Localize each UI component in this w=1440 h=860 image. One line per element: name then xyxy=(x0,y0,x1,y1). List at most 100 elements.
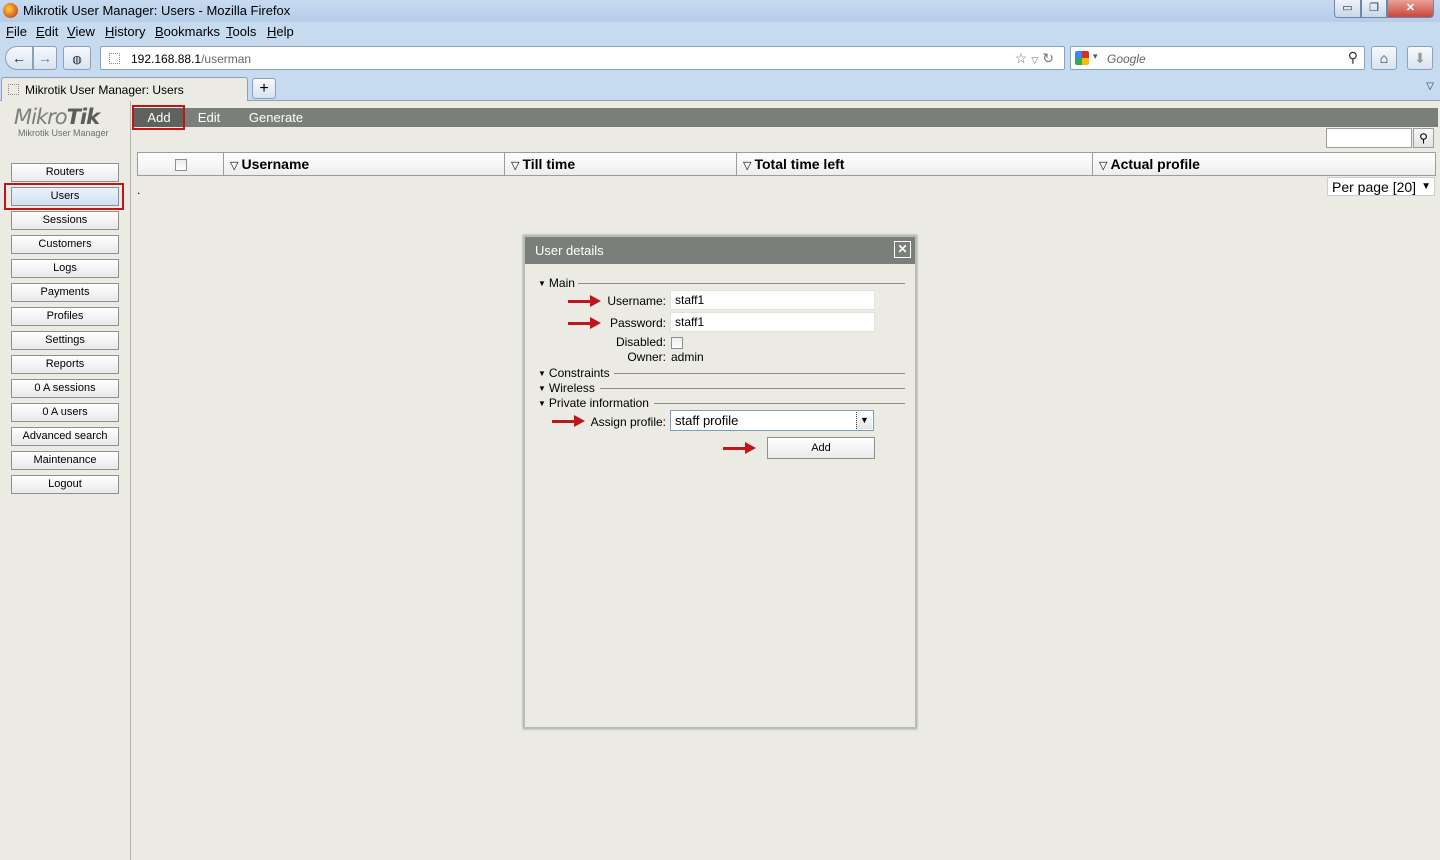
section-main[interactable]: ▼ Main xyxy=(538,276,905,290)
sidebar-item-customers[interactable]: Customers xyxy=(11,235,119,254)
section-private-information[interactable]: ▼ Private information xyxy=(538,396,905,410)
password-field[interactable]: staff1 xyxy=(670,312,875,332)
search-bar[interactable]: ▾ Google ⚲ xyxy=(1070,46,1365,70)
sidebar-item-users[interactable]: Users xyxy=(11,187,119,206)
sidebar-item-sessions[interactable]: Sessions xyxy=(11,211,119,230)
menu-history[interactable]: History xyxy=(105,24,145,39)
owner-label: Owner: xyxy=(627,350,666,364)
sidebar-item-profiles[interactable]: Profiles xyxy=(11,307,119,326)
select-all-column xyxy=(138,153,224,175)
user-details-dialog: User details ✕ ▼ Main Username: staff1 Pa… xyxy=(523,235,917,729)
section-divider xyxy=(600,388,905,389)
page-icon xyxy=(109,53,120,64)
section-wireless[interactable]: ▼ Wireless xyxy=(538,381,905,395)
back-arrow-icon: ← xyxy=(12,50,26,66)
sidebar-item-payments[interactable]: Payments xyxy=(11,283,119,302)
tab-usermanager[interactable]: Mikrotik User Manager: Users xyxy=(1,77,248,101)
logo-subtitle: Mikrotik User Manager xyxy=(18,128,109,138)
url-path: /userman xyxy=(201,52,252,66)
url-bar[interactable]: 192.168.88.1/userman ☆▽↻ xyxy=(100,46,1065,70)
column-total-time-left[interactable]: ▽ Total time left xyxy=(737,153,1093,175)
google-icon xyxy=(1075,51,1089,65)
sort-triangle-icon: ▽ xyxy=(743,160,752,172)
sidebar-item-logs[interactable]: Logs xyxy=(11,259,119,278)
disabled-checkbox[interactable] xyxy=(671,337,683,349)
maximize-button[interactable]: ❐ xyxy=(1361,0,1387,18)
menu-tools[interactable]: Tools xyxy=(226,24,256,39)
add-highlight-box xyxy=(132,105,185,130)
close-window-button[interactable]: ✕ xyxy=(1387,0,1434,18)
bookmark-star-icon[interactable]: ☆ xyxy=(1015,50,1032,66)
expand-triangle-icon: ▼ xyxy=(538,369,546,379)
quick-search-input[interactable] xyxy=(1326,128,1412,148)
generate-button[interactable]: Generate xyxy=(238,108,314,127)
menu-edit[interactable]: Edit xyxy=(36,24,58,39)
page-content: MikroTik Mikrotik User Manager Routers U… xyxy=(0,101,1440,860)
sidebar-item-logout[interactable]: Logout xyxy=(11,475,119,494)
sort-triangle-icon: ▽ xyxy=(230,160,239,172)
search-placeholder: Google xyxy=(1107,52,1146,66)
menu-view[interactable]: View xyxy=(67,24,95,39)
password-label: Password: xyxy=(609,316,666,330)
section-divider xyxy=(578,283,905,284)
quick-search-button[interactable]: ⚲ xyxy=(1413,128,1434,148)
search-engine-dropdown-icon[interactable]: ▾ xyxy=(1093,51,1098,62)
section-divider xyxy=(614,373,905,374)
sidebar-item-reports[interactable]: Reports xyxy=(11,355,119,374)
url-host: 192.168.88.1 xyxy=(131,52,202,66)
menu-file[interactable]: File xyxy=(6,24,27,39)
per-page-select[interactable]: Per page [20] ▼ xyxy=(1327,177,1435,196)
edit-button[interactable]: Edit xyxy=(184,108,234,127)
back-button[interactable]: ← xyxy=(5,46,33,70)
column-username[interactable]: ▽ Username xyxy=(224,153,505,175)
action-toolbar: Add Edit Generate xyxy=(134,108,1438,127)
close-icon: ✕ xyxy=(897,242,908,256)
tab-list-chevron-icon[interactable]: ▽ xyxy=(1426,81,1434,92)
dialog-title: User details xyxy=(535,243,604,258)
menu-help[interactable]: Help xyxy=(267,24,294,39)
window-title: Mikrotik User Manager: Users - Mozilla F… xyxy=(23,3,291,18)
sidebar-item-routers[interactable]: Routers xyxy=(11,163,119,182)
select-all-checkbox[interactable] xyxy=(174,159,187,172)
new-tab-button[interactable]: + xyxy=(252,78,276,99)
users-table-header: ▽ Username ▽ Till time ▽ Total time left ▽ A… xyxy=(137,152,1436,176)
empty-grid-marker: . xyxy=(137,183,141,197)
column-actual-profile[interactable]: ▽ Actual profile xyxy=(1093,153,1435,175)
reload-icon[interactable]: ↻ xyxy=(1042,50,1058,66)
site-identity-button[interactable]: ◍ xyxy=(63,46,91,70)
sidebar-item-advanced-search[interactable]: Advanced search xyxy=(11,427,119,446)
assign-profile-value: staff profile xyxy=(675,413,739,428)
downloads-button[interactable]: ⬇ xyxy=(1407,46,1433,70)
section-main-label: Main xyxy=(548,276,575,290)
sidebar-item-active-sessions[interactable]: 0 A sessions xyxy=(11,379,119,398)
search-icon[interactable]: ⚲ xyxy=(1348,49,1358,66)
forward-arrow-icon: → xyxy=(38,50,52,66)
sidebar-item-active-users[interactable]: 0 A users xyxy=(11,403,119,422)
username-field[interactable]: staff1 xyxy=(670,290,875,310)
tab-bar: Mikrotik User Manager: Users + ▽ xyxy=(0,75,1440,101)
sort-triangle-icon: ▽ xyxy=(1099,160,1108,172)
sidebar-item-settings[interactable]: Settings xyxy=(11,331,119,350)
assign-profile-select[interactable]: staff profile ▼ xyxy=(670,410,874,431)
column-till-time[interactable]: ▽ Till time xyxy=(505,153,737,175)
home-icon: ⌂ xyxy=(1379,50,1389,66)
tab-title: Mikrotik User Manager: Users xyxy=(25,83,184,97)
dropdown-icon[interactable]: ▽ xyxy=(1031,55,1042,65)
menu-bookmarks[interactable]: Bookmarks xyxy=(155,24,220,39)
dialog-header: User details ✕ xyxy=(525,237,915,264)
forward-button[interactable]: → xyxy=(33,46,57,70)
section-constraints[interactable]: ▼ Constraints xyxy=(538,366,905,380)
add-user-button[interactable]: Add xyxy=(767,437,875,459)
owner-value: admin xyxy=(671,350,704,364)
home-button[interactable]: ⌂ xyxy=(1371,46,1397,70)
dialog-close-button[interactable]: ✕ xyxy=(894,241,911,258)
section-private-information-label: Private information xyxy=(548,396,649,410)
download-icon: ⬇ xyxy=(1414,50,1426,66)
sidebar-item-maintenance[interactable]: Maintenance xyxy=(11,451,119,470)
search-icon: ⚲ xyxy=(1419,131,1428,145)
logo-brand-light: Mikro xyxy=(14,105,68,129)
column-username-label: Username xyxy=(241,156,310,172)
url-bar-tools: ☆▽↻ xyxy=(1015,50,1058,67)
assign-profile-label: Assign profile: xyxy=(590,415,666,429)
minimize-button[interactable]: ▭ xyxy=(1334,0,1361,18)
